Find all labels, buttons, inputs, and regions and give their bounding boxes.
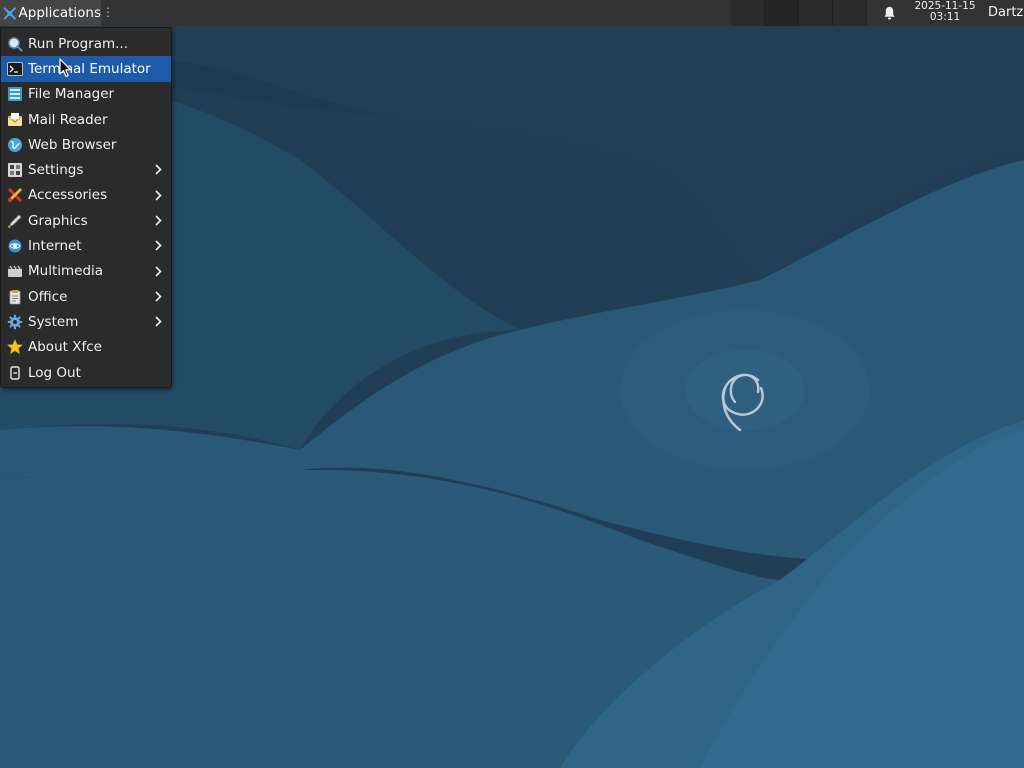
menu-item-label: Web Browser [28,136,117,153]
menu-item-label: Office [28,288,68,305]
chevron-right-icon [155,266,162,277]
log-out-icon [10,365,20,380]
menu-item-label: Internet [28,238,82,255]
menu-item-web-browser[interactable]: Web Browser [1,132,171,157]
chevron-right-icon [155,316,162,327]
multimedia-icon [8,266,22,278]
menu-item-label: Run Program... [28,35,129,52]
accessories-icon [7,188,23,203]
mail-icon [7,112,23,126]
menu-item-multimedia[interactable]: Multimedia [1,259,171,284]
xfce-mouse-icon [3,6,16,20]
workspace-3[interactable] [799,0,833,26]
applications-menu-button[interactable]: Applications [0,0,101,26]
office-icon [9,289,21,305]
menu-item-settings[interactable]: Settings [1,157,171,182]
chevron-right-icon [155,291,162,302]
settings-icon [8,163,22,178]
clock-time: 03:11 [929,11,961,23]
menu-item-label: Settings [28,162,84,179]
workspace-2[interactable] [765,0,799,26]
star-icon [7,339,23,355]
bell-icon[interactable] [882,5,897,21]
chevron-right-icon [155,240,162,251]
menu-item-label: System [28,313,79,330]
applications-menu: Run Program... Terminal Emulator File Mana… [0,27,172,388]
chevron-right-icon [155,190,162,201]
terminal-icon [7,61,23,76]
menu-item-log-out[interactable]: Log Out [1,360,171,385]
clock[interactable]: 2025-11-15 03:11 [908,1,982,23]
mouse-cursor-icon [59,58,72,78]
chevron-right-icon [155,215,162,226]
menu-item-about-xfce[interactable]: About Xfce [1,335,171,360]
internet-icon [8,239,22,253]
top-panel: Applications ⋮ 2025-11-15 03:11 Dartz [0,0,1024,26]
menu-item-accessories[interactable]: Accessories [1,183,171,208]
chevron-right-icon [155,164,162,176]
desktop[interactable]: Applications ⋮ 2025-11-15 03:11 Dartz Ru… [0,0,1024,768]
web-browser-icon [8,137,22,152]
menu-item-label: Graphics [28,212,88,229]
menu-item-label: Multimedia [28,263,104,280]
menu-item-file-manager[interactable]: File Manager [1,82,171,107]
menu-item-run-program[interactable]: Run Program... [1,31,171,56]
system-icon [7,314,23,330]
menu-item-label: Log Out [28,364,81,381]
menu-item-office[interactable]: Office [1,284,171,309]
panel-separator-handle: ⋮ [102,5,114,19]
file-manager-icon [8,87,22,102]
menu-item-terminal-emulator[interactable]: Terminal Emulator [1,56,171,82]
menu-item-label: Accessories [28,187,108,204]
user-menu[interactable]: Dartz [988,5,1023,20]
menu-item-system[interactable]: System [1,309,171,334]
menu-item-label: Terminal Emulator [28,60,151,77]
menu-item-label: About Xfce [28,339,102,356]
menu-item-label: Mail Reader [28,111,108,128]
menu-item-label: File Manager [28,86,115,103]
menu-item-internet[interactable]: Internet [1,233,171,258]
run-program-icon [8,36,23,52]
graphics-icon [7,214,22,228]
menu-item-mail-reader[interactable]: Mail Reader [1,107,171,132]
menu-item-graphics[interactable]: Graphics [1,208,171,233]
workspace-4[interactable] [833,0,867,26]
workspace-1[interactable] [731,0,765,26]
applications-label: Applications [18,5,101,21]
